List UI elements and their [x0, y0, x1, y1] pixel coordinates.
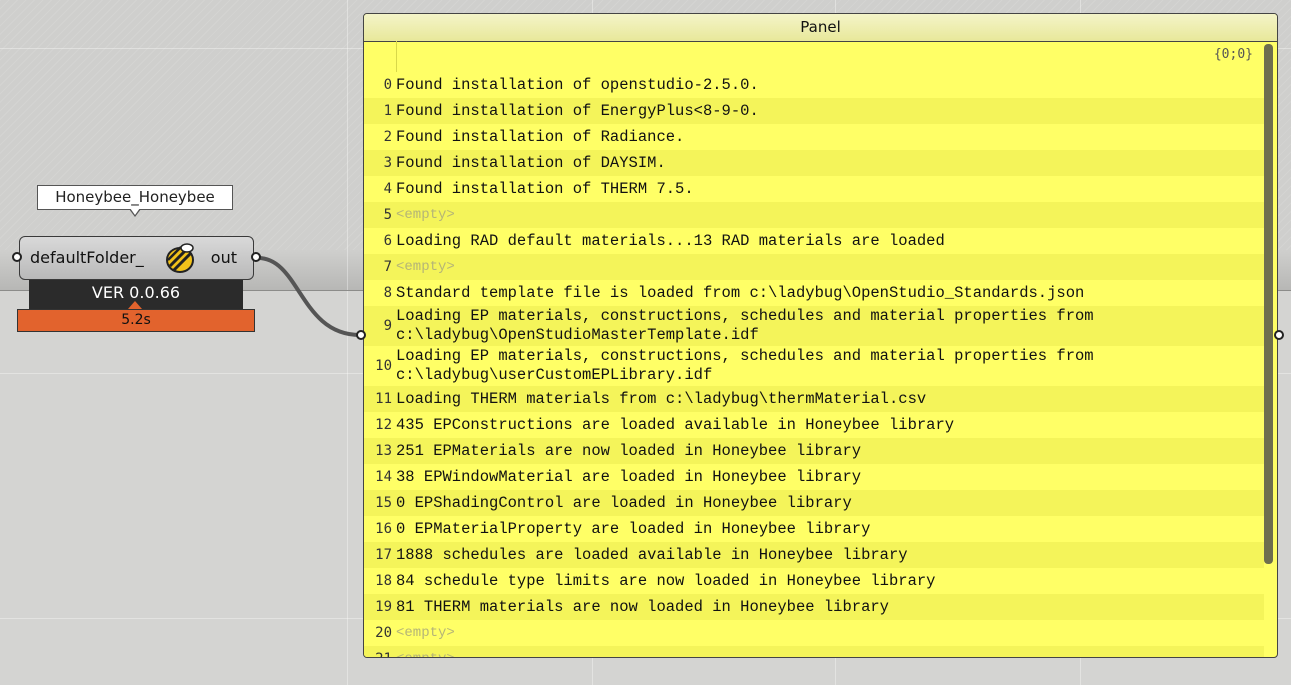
- panel-row-index: 12: [375, 417, 392, 433]
- panel-row: 20 <empty>: [364, 620, 1264, 646]
- panel-row-text: Loading EP materials, constructions, sch…: [396, 347, 1094, 384]
- panel-row: 15 0 EPShadingControl are loaded in Honey…: [364, 490, 1264, 516]
- panel-row-index: 19: [375, 599, 392, 615]
- panel-row: 0 Found installation of openstudio-2.5.0.: [364, 72, 1264, 98]
- panel-row: 16 0 EPMaterialProperty are loaded in Hon…: [364, 516, 1264, 542]
- panel-row-text: Loading RAD default materials...13 RAD m…: [396, 231, 945, 250]
- panel-row-index: 21: [364, 651, 396, 657]
- panel-row: 12 435 EPConstructions are loaded availab…: [364, 412, 1264, 438]
- panel-row-index: 11: [375, 391, 392, 407]
- panel-row: 5 <empty>: [364, 202, 1264, 228]
- output-grip[interactable]: [251, 252, 261, 262]
- panel-row-text: Found installation of DAYSIM.: [396, 153, 666, 172]
- panel-row-index: 5: [383, 207, 392, 223]
- panel-row: 21<empty>: [364, 646, 1264, 658]
- panel-row-text: 0 EPMaterialProperty are loaded in Honey…: [396, 519, 871, 538]
- panel-row: 7 <empty>: [364, 254, 1264, 280]
- panel-row-index: 17: [375, 547, 392, 563]
- panel-row-index: 0: [383, 77, 392, 93]
- panel[interactable]: Panel {0;0} 0 Found installation of opens…: [363, 13, 1278, 658]
- panel-row: 13 251 EPMaterials are now loaded in Hone…: [364, 438, 1264, 464]
- panel-row-index: 2: [383, 129, 392, 145]
- panel-output-grip[interactable]: [1274, 330, 1284, 340]
- honeybee-icon: [166, 243, 194, 273]
- panel-scrollbar[interactable]: [1264, 44, 1273, 564]
- panel-input-grip[interactable]: [356, 330, 366, 340]
- panel-row-text: <empty>: [396, 650, 1264, 658]
- panel-row: 4 Found installation of THERM 7.5.: [364, 176, 1264, 202]
- panel-row-index: 4: [383, 181, 392, 197]
- panel-row-text: Found installation of EnergyPlus<8-9-0.: [396, 101, 759, 120]
- panel-data-path: {0;0}: [1213, 47, 1253, 62]
- panel-row-index: 3: [383, 155, 392, 171]
- panel-row: 11 Loading THERM materials from c:\ladybu…: [364, 386, 1264, 412]
- input-grip[interactable]: [12, 252, 22, 262]
- panel-row-text: Loading EP materials, constructions, sch…: [396, 307, 1094, 344]
- panel-row-text: 251 EPMaterials are now loaded in Honeyb…: [396, 441, 862, 460]
- panel-row-text: 84 schedule type limits are now loaded i…: [396, 571, 936, 590]
- panel-list: 0 Found installation of openstudio-2.5.0.…: [364, 72, 1264, 658]
- panel-row: 14 38 EPWindowMaterial are loaded in Hone…: [364, 464, 1264, 490]
- panel-row-text: Found installation of THERM 7.5.: [396, 179, 694, 198]
- panel-row-text: 1888 schedules are loaded available in H…: [396, 545, 908, 564]
- panel-row: 6 Loading RAD default materials...13 RAD …: [364, 228, 1264, 254]
- panel-row: 9 Loading EP materials, constructions, sc…: [364, 306, 1264, 346]
- panel-row-index: 9: [383, 318, 392, 334]
- component-nickname-tooltip: Honeybee_Honeybee: [37, 185, 233, 210]
- panel-row-index: 15: [375, 495, 392, 511]
- panel-row-index: 16: [375, 521, 392, 537]
- panel-row-text: 435 EPConstructions are loaded available…: [396, 415, 955, 434]
- panel-row: 3 Found installation of DAYSIM.: [364, 150, 1264, 176]
- panel-row: 2 Found installation of Radiance.: [364, 124, 1264, 150]
- panel-row-index: 7: [383, 259, 392, 275]
- panel-row-index: 8: [383, 285, 392, 301]
- tooltip-tail-inner: [130, 208, 140, 215]
- panel-row-text: <empty>: [396, 624, 455, 641]
- runtime-bar: 5.2s: [17, 309, 255, 332]
- panel-row-text: <empty>: [396, 258, 455, 275]
- panel-row-text: 0 EPShadingControl are loaded in Honeybe…: [396, 493, 852, 512]
- panel-row: 1 Found installation of EnergyPlus<8-9-0.: [364, 98, 1264, 124]
- panel-row-index: 13: [375, 443, 392, 459]
- panel-row-index: 1: [383, 103, 392, 119]
- panel-row-text: Found installation of openstudio-2.5.0.: [396, 75, 759, 94]
- panel-row-text: 81 THERM materials are now loaded in Hon…: [396, 597, 889, 616]
- output-param-out[interactable]: out: [211, 248, 237, 267]
- panel-row-text: 38 EPWindowMaterial are loaded in Honeyb…: [396, 467, 862, 486]
- panel-row-index: 6: [383, 233, 392, 249]
- panel-row: 18 84 schedule type limits are now loaded…: [364, 568, 1264, 594]
- panel-row-text: Standard template file is loaded from c:…: [396, 283, 1085, 302]
- panel-title[interactable]: Panel: [364, 14, 1277, 42]
- panel-row: 17 1888 schedules are loaded available in…: [364, 542, 1264, 568]
- panel-row-index: 14: [375, 469, 392, 485]
- panel-row-text: Found installation of Radiance.: [396, 127, 685, 146]
- panel-row: 8 Standard template file is loaded from c…: [364, 280, 1264, 306]
- panel-row: 19 81 THERM materials are now loaded in H…: [364, 594, 1264, 620]
- panel-row-text: Loading THERM materials from c:\ladybug\…: [396, 389, 927, 408]
- honeybee-component[interactable]: defaultFolder_ out: [19, 236, 254, 280]
- panel-row: 10 Loading EP materials, constructions, s…: [364, 346, 1264, 386]
- input-param-default-folder[interactable]: defaultFolder_: [30, 248, 144, 267]
- panel-row-index: 18: [375, 573, 392, 589]
- panel-row-index: 10: [375, 358, 392, 374]
- panel-row-index: 20: [375, 625, 392, 641]
- panel-row-text: <empty>: [396, 206, 455, 223]
- runtime-pointer: [128, 301, 142, 309]
